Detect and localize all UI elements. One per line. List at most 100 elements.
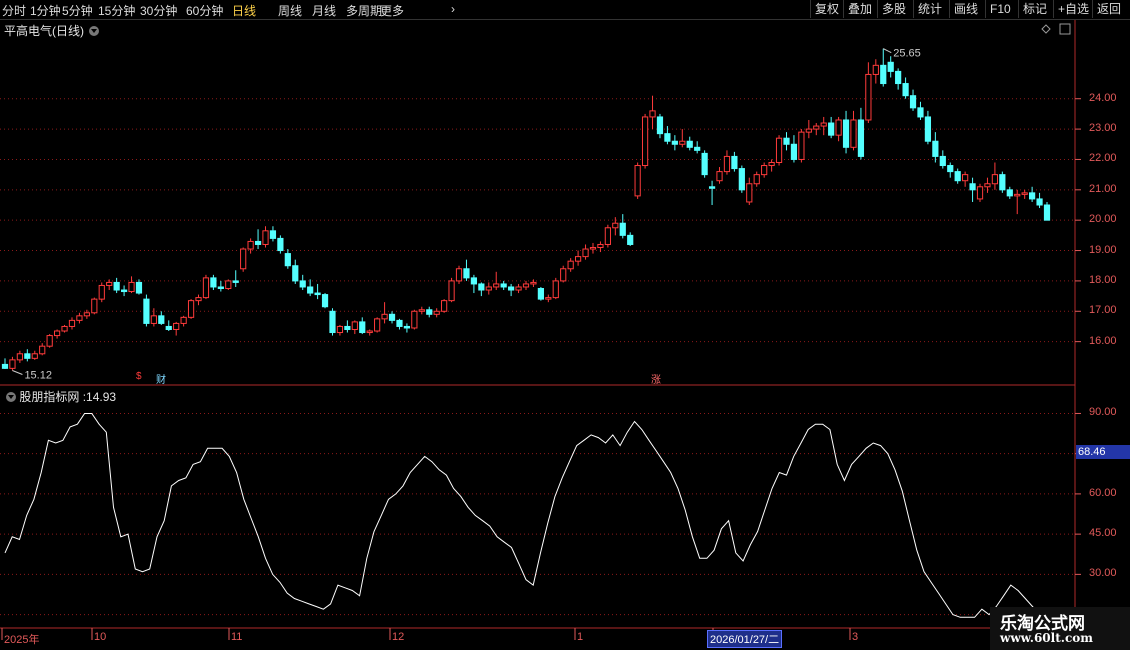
high-price-label: 25.65 xyxy=(893,48,921,60)
candle-body xyxy=(567,260,574,270)
low-pointer xyxy=(12,370,23,375)
candle-body xyxy=(924,116,932,142)
candle-body xyxy=(433,310,440,315)
candle-body xyxy=(969,183,976,191)
candle-body xyxy=(939,155,946,167)
candle-body xyxy=(403,325,411,329)
candle-body xyxy=(500,283,507,288)
candle-body xyxy=(247,240,254,250)
candle-body xyxy=(828,122,835,136)
candle-body xyxy=(359,321,366,334)
candle-body xyxy=(820,122,827,127)
candle-body xyxy=(537,288,544,300)
candle-body xyxy=(426,309,433,315)
candle-body xyxy=(574,256,582,262)
candle-body xyxy=(708,186,716,189)
candle-body xyxy=(396,319,403,327)
candle-body xyxy=(902,83,909,97)
candle-body xyxy=(947,165,954,173)
candle-body xyxy=(962,174,969,182)
candle-body xyxy=(455,268,463,282)
candle-body xyxy=(31,353,38,359)
low-price-label: 15.12 xyxy=(24,369,52,381)
candle-body xyxy=(277,237,284,252)
candle-body xyxy=(857,119,865,157)
limit-up-marker[interactable]: 涨 xyxy=(651,371,661,386)
candle-body xyxy=(790,143,798,160)
candle-body xyxy=(441,300,448,312)
candle-body xyxy=(671,140,678,145)
candle-body xyxy=(545,297,552,300)
candle-body xyxy=(522,283,530,288)
candle-body xyxy=(976,186,984,200)
candle-body xyxy=(723,155,731,173)
candle-body xyxy=(381,313,388,320)
price-tick-label: 23.00 xyxy=(1089,122,1117,135)
time-label: 2025年 xyxy=(4,634,40,646)
candle-body xyxy=(1006,189,1013,197)
candle-body xyxy=(917,107,924,118)
candle-body xyxy=(240,248,247,270)
candle-body xyxy=(9,359,16,369)
candle-body xyxy=(143,298,150,324)
candle-body xyxy=(165,325,172,330)
price-tick-label: 19.00 xyxy=(1089,243,1117,256)
indicator-line xyxy=(4,413,1048,618)
candle-body xyxy=(641,116,649,167)
candle-body xyxy=(180,316,187,324)
candle-body xyxy=(954,171,961,182)
candle-body xyxy=(329,310,336,334)
candle-body xyxy=(388,313,396,321)
chart-canvas[interactable]: 25.65 15.12 xyxy=(0,0,1130,650)
price-tick-label: 18.00 xyxy=(1089,273,1117,286)
candle-body xyxy=(314,292,321,296)
current-value-badge: 68.46 xyxy=(1076,445,1130,459)
diamond-icon xyxy=(1041,24,1051,34)
candle-body xyxy=(463,268,470,279)
candle-body xyxy=(187,300,195,318)
candle-body xyxy=(984,183,991,188)
candle-body xyxy=(656,116,664,135)
candle-body xyxy=(173,322,180,330)
candle-body xyxy=(835,119,842,136)
candle-body xyxy=(515,286,522,291)
price-tick-label: 21.00 xyxy=(1089,182,1117,195)
candle-body xyxy=(106,281,113,286)
candle-body xyxy=(351,321,358,330)
candle-body xyxy=(448,280,455,302)
indicator-tick-label: 60.00 xyxy=(1089,486,1117,499)
candle-body xyxy=(210,277,217,288)
candle-body xyxy=(694,146,701,151)
candle-body xyxy=(530,281,537,285)
indicator-tick-label: 45.00 xyxy=(1089,527,1117,540)
candle-body xyxy=(1029,192,1036,200)
candle-body xyxy=(46,335,53,347)
candle-body xyxy=(1021,192,1028,195)
finance-marker[interactable]: 财 xyxy=(156,371,166,386)
candle-body xyxy=(880,64,887,85)
candle-body xyxy=(850,119,857,148)
candle-body xyxy=(768,161,775,167)
candle-body xyxy=(128,281,135,293)
candle-body xyxy=(887,61,894,72)
candle-body xyxy=(753,174,760,185)
time-label: 10 xyxy=(94,631,107,643)
dividend-marker-text: $ xyxy=(136,371,142,382)
dividend-marker[interactable]: $ xyxy=(136,371,142,382)
candle-body xyxy=(16,353,23,361)
candle-body xyxy=(999,174,1006,191)
candle-body xyxy=(478,283,485,291)
candle-body xyxy=(716,171,723,182)
finance-marker-text: 财 xyxy=(156,375,166,386)
candle-body xyxy=(61,325,68,332)
candle-body xyxy=(664,133,671,142)
candle-body xyxy=(158,315,165,324)
candle-body xyxy=(232,280,239,283)
candle-body xyxy=(738,168,745,191)
candle-body xyxy=(321,294,329,308)
candle-body xyxy=(150,315,157,324)
candle-body xyxy=(91,298,98,314)
candle-body xyxy=(783,137,790,145)
candle-body xyxy=(225,280,232,289)
candle-body xyxy=(374,318,381,332)
